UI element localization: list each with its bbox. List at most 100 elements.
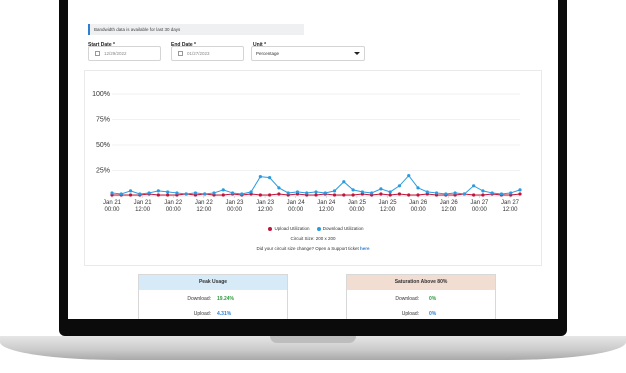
support-link[interactable]: here [360, 246, 370, 251]
download-point [434, 191, 439, 195]
download-point [258, 175, 262, 179]
download-point [230, 191, 235, 195]
x-tick-label: Jan 23 [256, 200, 275, 206]
download-point [360, 190, 364, 194]
x-tick-label: Jan 26 [409, 200, 428, 206]
peak-download-value: 19.24% [217, 296, 234, 302]
x-tick-label: Jan 27 [501, 200, 520, 206]
x-tick-label: Jan 24 [317, 200, 336, 206]
download-point [407, 174, 411, 178]
x-tick-label: Jan 21 [134, 200, 153, 206]
saturation-download-label: Download: [395, 296, 419, 302]
download-point [342, 180, 346, 184]
x-tick-label: Jan 22 [195, 200, 214, 206]
x-tick-label: 00:00 [472, 207, 488, 213]
upload-point [128, 193, 133, 197]
upload-point [277, 192, 281, 196]
upload-point [342, 193, 346, 197]
x-tick-label: 00:00 [288, 207, 304, 213]
download-point [472, 184, 476, 188]
x-tick-label: 12:00 [258, 207, 274, 213]
download-point [397, 184, 402, 188]
upload-point [379, 192, 383, 196]
x-tick-label: Jan 27 [470, 200, 489, 206]
x-tick-label: Jan 23 [225, 200, 244, 206]
saturation-upload-value: 0% [429, 311, 437, 317]
x-tick-label: Jan 25 [379, 200, 398, 206]
y-tick-label: 100% [92, 91, 110, 98]
x-tick-label: 12:00 [441, 207, 457, 213]
download-point [425, 190, 429, 194]
download-point [212, 191, 216, 195]
y-tick-label: 75% [96, 117, 110, 124]
download-point [193, 191, 198, 195]
download-point [462, 192, 466, 196]
download-point [277, 186, 281, 190]
saturation-title: Saturation Above 80% [347, 275, 495, 290]
download-point [240, 192, 244, 196]
download-point [119, 192, 123, 196]
download-point [110, 191, 114, 195]
download-legend-dot [316, 226, 321, 231]
peak-usage-title: Peak Usage [139, 275, 287, 290]
x-tick-label: 12:00 [135, 207, 151, 213]
download-point [314, 190, 318, 194]
x-tick-label: 12:00 [502, 207, 518, 213]
peak-usage-card: Peak Usage Download: 19.24% Upload: 4.31… [138, 274, 288, 319]
upload-point [166, 193, 170, 197]
upload-point [472, 193, 476, 197]
upload-point [156, 193, 160, 197]
download-point [175, 191, 179, 195]
download-point [453, 191, 457, 195]
x-tick-label: 00:00 [227, 207, 243, 213]
upload-point [397, 192, 402, 196]
download-point [268, 176, 272, 180]
download-point [295, 190, 300, 194]
x-tick-label: Jan 21 [103, 200, 122, 206]
chart-legend: Upload Utilization Download Utilization [68, 226, 558, 231]
upload-point [221, 193, 225, 197]
download-point [509, 191, 513, 195]
x-tick-label: Jan 24 [287, 200, 306, 206]
download-legend-label[interactable]: Download Utilization [323, 226, 364, 231]
x-tick-label: 12:00 [319, 207, 335, 213]
download-point [305, 191, 309, 195]
download-point [370, 191, 374, 195]
download-point [518, 188, 522, 192]
download-point [388, 190, 392, 194]
upload-point [332, 193, 337, 197]
upload-point [416, 193, 420, 197]
download-point [286, 191, 290, 195]
upload-point [407, 193, 411, 197]
x-tick-label: 00:00 [411, 207, 427, 213]
download-point [156, 189, 160, 193]
upload-point [258, 193, 262, 197]
upload-point [268, 193, 272, 197]
laptop-notch [270, 336, 356, 343]
upload-point [314, 193, 318, 197]
download-point [481, 189, 485, 193]
saturation-card: Saturation Above 80% Download: 0% Upload… [346, 274, 496, 319]
download-point [351, 188, 355, 192]
support-prefix: Did your circuit size change? Open a Sup… [256, 246, 361, 251]
upload-legend-dot [268, 226, 273, 231]
download-point [249, 190, 253, 194]
app-screen: Bandwidth data is available for last 30 … [68, 0, 558, 319]
y-tick-label: 50% [96, 142, 110, 149]
x-tick-label: Jan 26 [440, 200, 459, 206]
download-point [166, 190, 170, 194]
support-text: Did your circuit size change? Open a Sup… [68, 246, 558, 251]
peak-upload-label: Upload: [193, 311, 211, 317]
upload-point [481, 193, 485, 197]
download-point [184, 192, 188, 196]
y-tick-label: 25% [96, 168, 110, 175]
upload-legend-label[interactable]: Upload Utilization [274, 226, 309, 231]
peak-download-label: Download: [187, 296, 211, 302]
x-tick-label: 00:00 [166, 207, 182, 213]
download-point [221, 188, 225, 192]
download-point [499, 192, 504, 196]
x-tick-label: 00:00 [104, 207, 120, 213]
x-tick-label: 12:00 [196, 207, 212, 213]
download-point [416, 186, 420, 190]
x-tick-label: 00:00 [349, 207, 365, 213]
